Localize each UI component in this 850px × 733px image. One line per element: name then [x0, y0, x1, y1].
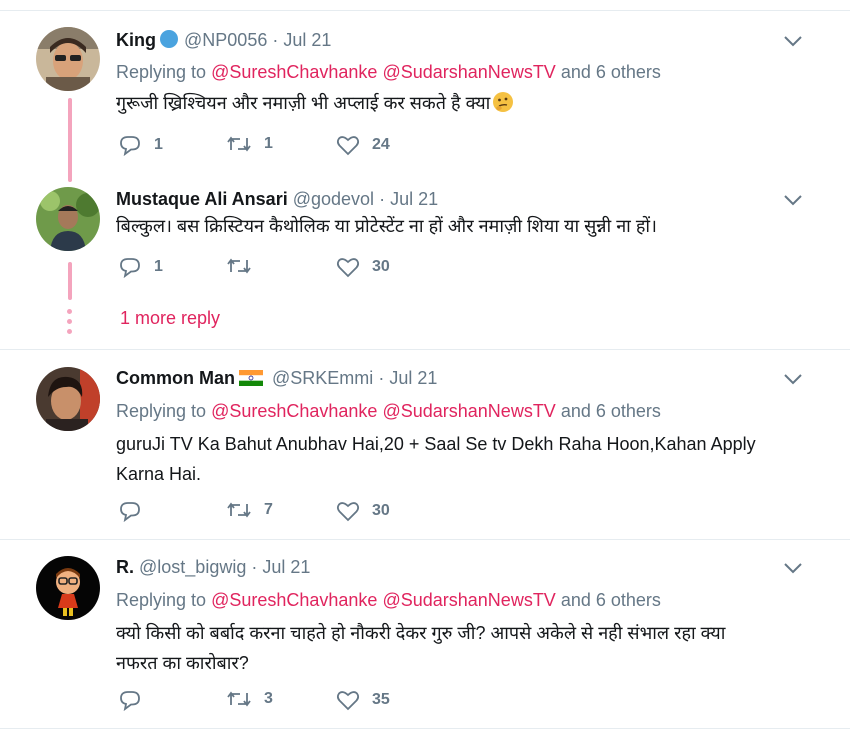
display-name[interactable]: Common Man	[116, 368, 235, 388]
avatar[interactable]	[36, 187, 100, 251]
retweet-count: 1	[264, 135, 273, 152]
replying-prefix: Replying to	[116, 62, 207, 82]
mention-link[interactable]: @SudarshanNewsTV	[382, 401, 555, 421]
tweet-text-line: Karna Hai.	[116, 464, 202, 484]
heart-icon	[336, 691, 360, 711]
heart-icon	[336, 258, 360, 278]
replying-to: Replying to @SureshChavhanke @SudarshanN…	[116, 401, 661, 422]
like-button[interactable]: 24	[336, 134, 390, 156]
retweet-count: 3	[264, 690, 273, 707]
chevron-down-icon[interactable]	[782, 561, 804, 575]
chevron-down-icon[interactable]	[782, 34, 804, 48]
thinking-face-icon	[492, 91, 514, 113]
reply-count: 1	[154, 136, 163, 153]
tweet-text-line: नफरत का कारोबार?	[116, 653, 249, 673]
like-button[interactable]: 30	[336, 500, 390, 522]
timestamp[interactable]: Jul 21	[390, 189, 438, 209]
others-link[interactable]: and 6 others	[561, 62, 661, 82]
avatar[interactable]	[36, 367, 100, 431]
reply-button[interactable]: 1	[118, 256, 163, 278]
more-replies-link[interactable]: 1 more reply	[120, 308, 220, 329]
handle[interactable]: @SRKEmmi	[272, 368, 373, 388]
separator-dot: ·	[378, 368, 385, 388]
chevron-down-icon[interactable]	[782, 193, 804, 207]
timestamp[interactable]: Jul 21	[262, 557, 310, 577]
timestamp[interactable]: Jul 21	[283, 30, 331, 50]
handle[interactable]: @godevol	[293, 189, 374, 209]
display-name[interactable]: R.	[116, 557, 134, 577]
reply-icon	[120, 502, 140, 522]
thread-line	[68, 98, 72, 182]
like-button[interactable]: 35	[336, 689, 390, 711]
tweet-header: R. @lost_bigwig · Jul 21	[116, 557, 310, 578]
heart-icon	[336, 136, 360, 156]
tweet-text: गुरूजी ख्रिश्चियन और नमाज़ी भी अप्लाई कर…	[116, 88, 816, 118]
reply-icon	[120, 691, 140, 711]
retweet-count: 7	[264, 501, 273, 518]
tweet-text-content: गुरूजी ख्रिश्चियन और नमाज़ी भी अप्लाई कर…	[116, 93, 491, 113]
reply-button[interactable]	[118, 689, 154, 711]
retweet-button[interactable]: 7	[226, 500, 273, 520]
retweet-button[interactable]: 3	[226, 689, 273, 709]
divider	[0, 539, 850, 540]
others-link[interactable]: and 6 others	[561, 401, 661, 421]
divider	[0, 728, 850, 729]
separator-dot: ·	[379, 189, 386, 209]
replying-prefix: Replying to	[116, 590, 207, 610]
heart-icon	[336, 502, 360, 522]
retweet-icon	[227, 136, 251, 152]
retweet-button[interactable]	[226, 256, 264, 276]
tweet-text-content: बिल्कुल। बस क्रिस्टियन कैथोलिक या प्रोटे…	[116, 216, 657, 236]
verified-badge-icon	[159, 29, 179, 49]
tweet-header: Common Man @SRKEmmi · Jul 21	[116, 368, 437, 389]
mention-link[interactable]: @SureshChavhanke	[211, 590, 377, 610]
display-name[interactable]: King	[116, 30, 156, 50]
retweet-icon	[227, 258, 251, 274]
separator-dot: ·	[251, 557, 258, 577]
mention-link[interactable]: @SureshChavhanke	[211, 62, 377, 82]
like-count: 30	[372, 258, 390, 275]
mention-link[interactable]: @SudarshanNewsTV	[382, 590, 555, 610]
tweet-text-line: क्यो किसी को बर्बाद करना चाहते हो नौकरी …	[116, 623, 726, 643]
thread-line	[68, 262, 72, 300]
reply-icon	[120, 136, 140, 156]
like-count: 30	[372, 502, 390, 519]
retweet-button[interactable]: 1	[226, 134, 273, 154]
avatar[interactable]	[36, 556, 100, 620]
tweet-text: guruJi TV Ka Bahut Anubhav Hai,20 + Saal…	[116, 429, 816, 489]
reply-icon	[120, 258, 140, 278]
chevron-down-icon[interactable]	[782, 372, 804, 386]
tweet-header: Mustaque Ali Ansari @godevol · Jul 21	[116, 189, 438, 210]
tweet-text: बिल्कुल। बस क्रिस्टियन कैथोलिक या प्रोटे…	[116, 211, 816, 241]
replying-prefix: Replying to	[116, 401, 207, 421]
avatar[interactable]	[36, 27, 100, 91]
like-button[interactable]: 30	[336, 256, 390, 278]
tweet-text: क्यो किसी को बर्बाद करना चाहते हो नौकरी …	[116, 618, 816, 678]
tweet-text-line: guruJi TV Ka Bahut Anubhav Hai,20 + Saal…	[116, 434, 756, 454]
divider	[0, 349, 850, 350]
tweet-header: King @NP0056 · Jul 21	[116, 29, 331, 51]
india-flag-icon	[239, 370, 263, 386]
mention-link[interactable]: @SureshChavhanke	[211, 401, 377, 421]
mention-link[interactable]: @SudarshanNewsTV	[382, 62, 555, 82]
replying-to: Replying to @SureshChavhanke @SudarshanN…	[116, 590, 661, 611]
retweet-icon	[227, 502, 251, 518]
handle[interactable]: @lost_bigwig	[139, 557, 246, 577]
thread-dots	[67, 309, 72, 339]
separator-dot: ·	[272, 30, 279, 50]
like-count: 24	[372, 136, 390, 153]
top-divider	[0, 0, 850, 11]
reply-button[interactable]	[118, 500, 154, 522]
reply-count: 1	[154, 258, 163, 275]
timestamp[interactable]: Jul 21	[389, 368, 437, 388]
like-count: 35	[372, 691, 390, 708]
reply-button[interactable]: 1	[118, 134, 163, 156]
replying-to: Replying to @SureshChavhanke @SudarshanN…	[116, 62, 661, 83]
display-name[interactable]: Mustaque Ali Ansari	[116, 189, 288, 209]
others-link[interactable]: and 6 others	[561, 590, 661, 610]
handle[interactable]: @NP0056	[184, 30, 267, 50]
retweet-icon	[227, 691, 251, 707]
